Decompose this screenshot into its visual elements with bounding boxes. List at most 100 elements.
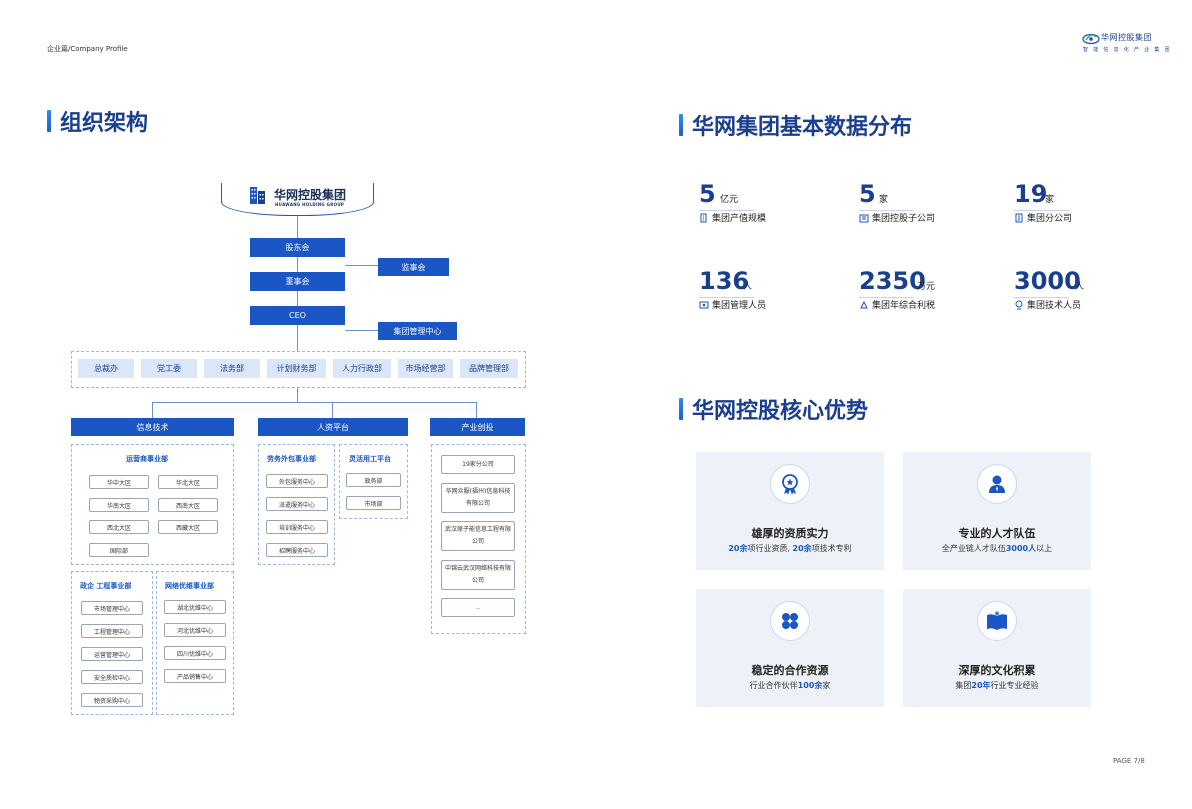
- stat-managers: 136 人 集团管理人员: [699, 266, 839, 311]
- industry-unit: 19家分公司 华网众服(福州)信息科技有限公司 武汉原子能信息工程有限公司 中锦…: [431, 444, 526, 634]
- department-group: 总裁办 党工委 法务部 计划财务部 人力行政部 市场经营部 品牌管理部: [71, 351, 526, 388]
- company-item: ..: [441, 598, 515, 617]
- dept-item: 政务部: [346, 473, 401, 487]
- company-item: 19家分公司: [441, 455, 515, 474]
- center-item: 派遣服务中心: [266, 497, 328, 511]
- building-icon: [700, 213, 707, 222]
- card-title: 专业的人才队伍: [958, 527, 1036, 540]
- connector-branch: [297, 388, 298, 402]
- connector-branch-horizontal: [152, 402, 477, 403]
- connector-hr: [332, 402, 333, 418]
- stat-tech-staff: 3000 人 集团技术人员: [1014, 266, 1154, 311]
- building-logo-icon: [250, 187, 265, 204]
- center-item: 湖北优维中心: [164, 600, 226, 614]
- dept-item: 计划财务部: [267, 359, 326, 378]
- stat-value: 2350: [859, 267, 926, 295]
- stat-unit: 亿元: [720, 195, 739, 205]
- dept-item: 总裁办: [78, 359, 134, 378]
- operator-unit-title: 运营商事业部: [126, 455, 168, 463]
- person-icon: [989, 475, 1005, 493]
- stat-label-text: 集团控股子公司: [872, 214, 936, 224]
- stat-value: 5: [699, 180, 716, 208]
- clover-icon: [782, 613, 798, 629]
- industry-division-box: 产业创投: [430, 418, 525, 436]
- it-division-box: 信息技术: [71, 418, 234, 436]
- stat-label: 集团年综合利税: [859, 298, 935, 311]
- gov-unit: 政企 工程事业部 市场管理中心 工程管理中心 运营管理中心 安全质检中心 物资采…: [71, 571, 153, 715]
- connector-it: [152, 402, 153, 418]
- stat-tax: 2350 万元 集团年综合利税: [859, 266, 999, 311]
- stat-value: 5: [859, 180, 876, 208]
- org-company-en: HUAWANG HOLDING GROUP: [275, 202, 345, 207]
- center-item: 运营管理中心: [81, 647, 143, 661]
- stat-unit: 万元: [917, 282, 936, 292]
- supervisors-box: 监事会: [378, 258, 449, 276]
- org-root-company: 华网控股集团 HUAWANG HOLDING GROUP: [221, 183, 374, 216]
- advantage-card-culture: 深厚的文化积累 集团20年行业专业经验: [903, 589, 1091, 707]
- flexible-unit: 灵活用工平台 政务部 市场部: [339, 444, 408, 519]
- logo-tagline: 智 能 信 息 化 产 业 集 团: [1083, 47, 1172, 53]
- book-icon: [987, 611, 1007, 630]
- shareholders-box: 股东会: [250, 238, 345, 257]
- manager-icon: [699, 301, 709, 308]
- card-description: 全产业链人才队伍3000人以上: [941, 544, 1053, 553]
- title-bar-decoration: [679, 398, 683, 420]
- company-icon: [859, 214, 869, 222]
- stat-label: 集团分公司: [1014, 211, 1072, 224]
- center-item: 产品销售中心: [164, 669, 226, 683]
- outsourcing-unit-title: 劳务外包事业部: [267, 455, 316, 463]
- card-icon-wrap: [770, 601, 810, 641]
- ceo-box: CEO: [250, 306, 345, 325]
- stat-label: 集团管理人员: [699, 298, 766, 311]
- center-item: 招聘服务中心: [266, 543, 328, 557]
- dept-item: 市场经营部: [398, 359, 453, 378]
- org-company-name: 华网控股集团: [274, 188, 347, 202]
- breadcrumb: 企业篇/Company Profile: [47, 45, 128, 53]
- stat-label-text: 集团分公司: [1027, 214, 1073, 224]
- card-description: 行业合作伙伴100余家: [749, 681, 831, 690]
- stat-output: 5 亿元 集团产值规模: [699, 179, 839, 224]
- branch-icon: [1015, 213, 1023, 222]
- page-number: PAGE 7/8: [1113, 757, 1145, 765]
- center-item: 市场管理中心: [81, 601, 143, 615]
- connector-group-mgmt: [345, 330, 378, 331]
- stat-value: 19: [1014, 180, 1048, 208]
- stat-label-text: 集团产值规模: [712, 214, 767, 224]
- stat-unit: 家: [1045, 195, 1055, 205]
- company-item: 华网众服(福州)信息科技有限公司: [441, 483, 515, 513]
- stat-label-text: 集团年综合利税: [872, 301, 936, 311]
- dept-item: 党工委: [141, 359, 197, 378]
- advantages-section-title: 华网控股核心优势: [679, 393, 868, 425]
- flexible-unit-title: 灵活用工平台: [349, 455, 391, 463]
- tech-icon: [1015, 300, 1023, 309]
- card-icon-wrap: [977, 601, 1017, 641]
- org-title-text: 组织架构: [60, 111, 149, 136]
- center-item: 四川优维中心: [164, 646, 226, 660]
- outsourcing-unit: 劳务外包事业部 外包服务中心 派遣服务中心 培训服务中心 招聘服务中心: [258, 444, 335, 565]
- operator-unit: 运营商事业部 华中大区 华北大区 华南大区 西南大区 西北大区 西藏大区 国际部: [71, 444, 234, 565]
- company-item: 中锦云武汉网络科技有限公司: [441, 560, 515, 590]
- dept-item: 人力行政部: [333, 359, 391, 378]
- center-item: 安全质检中心: [81, 670, 143, 684]
- advantages-title-text: 华网控股核心优势: [692, 399, 869, 424]
- advantage-card-talent: 专业的人才队伍 全产业链人才队伍3000人以上: [903, 452, 1091, 570]
- org-section-title: 组织架构: [47, 105, 148, 137]
- board-box: 董事会: [250, 272, 345, 291]
- region-item: 华北大区: [158, 475, 218, 489]
- company-logo: 华网控股集团 智 能 信 息 化 产 业 集 团: [1082, 31, 1170, 59]
- stat-label-text: 集团技术人员: [1027, 301, 1082, 311]
- stats-section-title: 华网集团基本数据分布: [679, 109, 912, 141]
- center-item: 外包服务中心: [266, 474, 328, 488]
- group-mgmt-box: 集团管理中心: [378, 322, 457, 340]
- center-item: 物资采购中心: [81, 693, 143, 707]
- card-title: 稳定的合作资源: [751, 664, 829, 677]
- stat-value: 136: [699, 267, 750, 295]
- region-item: 国际部: [89, 543, 149, 557]
- card-title: 雄厚的资质实力: [751, 527, 829, 540]
- stat-unit: 人: [1075, 282, 1085, 292]
- card-icon-wrap: [770, 464, 810, 504]
- stat-unit: 家: [879, 195, 889, 205]
- title-bar-decoration: [47, 110, 51, 132]
- advantage-card-partners: 稳定的合作资源 行业合作伙伴100余家: [696, 589, 884, 707]
- stat-branches: 19 家 集团分公司: [1014, 179, 1154, 224]
